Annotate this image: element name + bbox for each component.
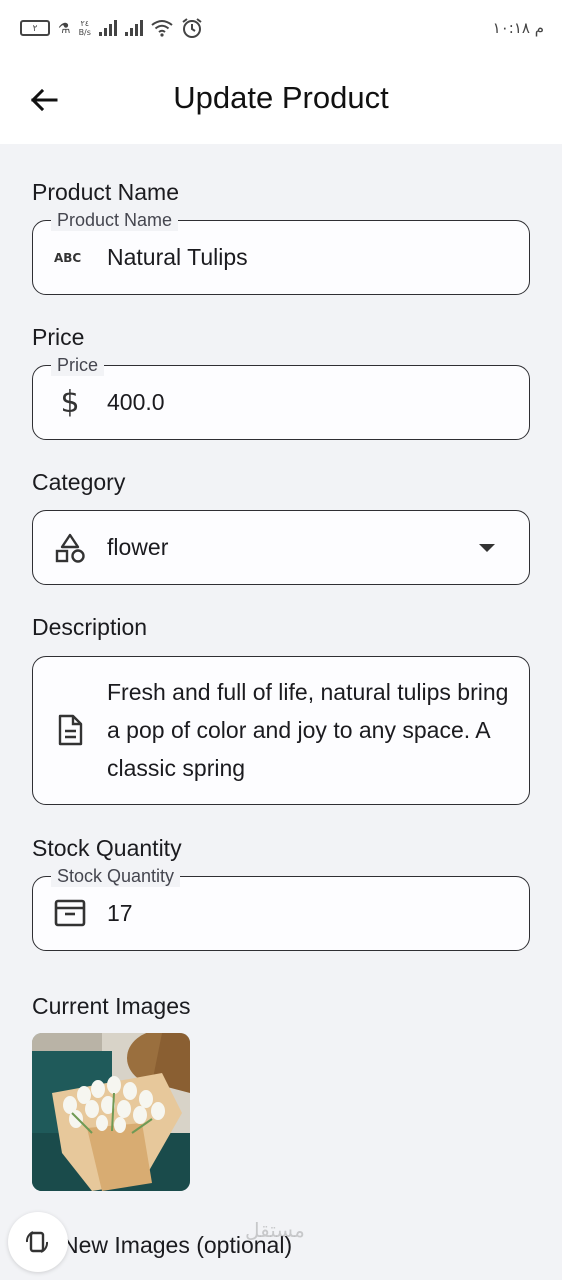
price-field[interactable]: Price $ 400.0	[32, 354, 530, 440]
svg-text:ABC: ABC	[54, 251, 81, 264]
page-title: Update Product	[173, 80, 389, 115]
abc-icon: ABC	[53, 240, 87, 274]
category-shapes-icon	[53, 531, 87, 565]
signal-icon-2	[124, 20, 143, 36]
wifi-icon	[151, 20, 173, 37]
product-name-input[interactable]: Natural Tulips	[107, 244, 248, 271]
status-icons: ٢ ⚗ ٢٤ B/s	[20, 17, 203, 39]
product-name-field[interactable]: Product Name ABC Natural Tulips	[32, 209, 530, 295]
dollar-icon: $	[60, 384, 80, 420]
flask-icon: ⚗	[58, 19, 71, 36]
sim-icon: ٢	[20, 20, 50, 36]
stock-quantity-floating-label: Stock Quantity	[51, 865, 181, 887]
stock-quantity-field[interactable]: Stock Quantity 17	[32, 865, 530, 951]
price-floating-label: Price	[51, 354, 105, 376]
product-name-floating-label: Product Name	[51, 209, 179, 231]
archive-icon	[53, 896, 87, 930]
price-input[interactable]: 400.0	[107, 389, 165, 416]
product-image-thumbnail[interactable]	[32, 1033, 190, 1191]
category-selected-value: flower	[107, 534, 169, 560]
product-name-section-label: Product Name	[32, 179, 180, 205]
signal-icon	[98, 20, 117, 36]
network-speed-unit: B/s	[78, 28, 91, 37]
chevron-down-icon	[479, 544, 495, 552]
watermark-logo: مستقل	[245, 1218, 305, 1242]
network-speed-value: ٢٤	[80, 19, 90, 28]
price-section-label: Price	[32, 324, 85, 350]
document-icon	[53, 713, 87, 747]
description-section-label: Description	[32, 614, 148, 640]
description-input[interactable]: Fresh and full of life, natural tulips b…	[107, 673, 517, 787]
network-speed: ٢٤ B/s	[79, 19, 91, 37]
status-time: م ١٠:١٨	[492, 19, 544, 37]
rotate-button[interactable]	[8, 1212, 68, 1272]
alarm-icon	[182, 18, 202, 38]
category-dropdown[interactable]: flower	[32, 510, 530, 585]
category-section-label: Category	[32, 469, 126, 495]
stock-quantity-input[interactable]: 17	[107, 900, 133, 927]
rotate-icon	[25, 1231, 49, 1253]
status-bar: ٢ ⚗ ٢٤ B/s م ١٠:١٨	[0, 0, 562, 56]
current-images-label: Current Images	[32, 993, 191, 1019]
stock-quantity-section-label: Stock Quantity	[32, 835, 182, 861]
description-field[interactable]: Fresh and full of life, natural tulips b…	[32, 656, 530, 805]
app-bar: Update Product	[0, 56, 562, 144]
